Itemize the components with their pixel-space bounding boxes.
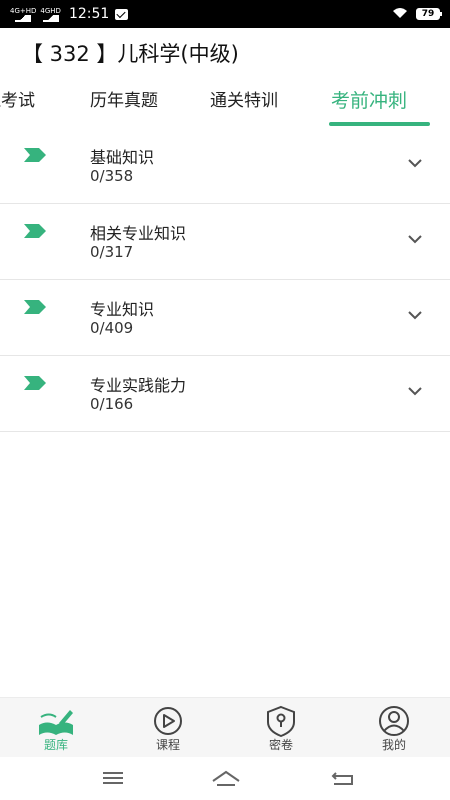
message-icon	[115, 8, 129, 20]
nav-label: 课程	[155, 738, 180, 752]
section-title: 基础知识	[90, 148, 155, 167]
flag-icon	[24, 376, 46, 390]
nav-question-bank[interactable]: 题库	[0, 698, 112, 758]
tab-past-papers[interactable]: 历年真题	[90, 80, 158, 128]
signal-label: 4G+HD	[10, 6, 37, 15]
page-title: 【 332 】儿科学(中级)	[22, 42, 239, 66]
nav-label: 题库	[43, 738, 68, 752]
play-circle-icon	[154, 707, 182, 735]
back-icon[interactable]	[330, 767, 356, 789]
list-item[interactable]: 基础知识 0/358	[0, 128, 450, 204]
list-item[interactable]: 专业知识 0/409	[0, 280, 450, 356]
chevron-down-icon[interactable]	[406, 232, 424, 246]
chevron-down-icon[interactable]	[406, 156, 424, 170]
signal-icon: 4GHD	[40, 7, 61, 22]
menu-icon[interactable]	[100, 767, 126, 789]
list-item[interactable]: 专业实践能力 0/166	[0, 356, 450, 432]
clock: 12:51	[68, 6, 110, 22]
signal-label: 4GHD	[40, 6, 61, 15]
section-title: 专业知识	[90, 300, 155, 319]
section-progress: 0/358	[90, 167, 134, 185]
chevron-down-icon[interactable]	[406, 308, 424, 322]
section-progress: 0/409	[90, 319, 134, 337]
tab-special-training[interactable]: 通关特训	[210, 80, 278, 128]
tab-mock-exam[interactable]: 拟考试	[0, 80, 35, 128]
flag-icon	[24, 300, 46, 314]
section-progress: 0/166	[90, 395, 134, 413]
wifi-icon	[392, 7, 408, 22]
status-bar: 4G+HD 4GHD 12:51 79	[0, 0, 450, 28]
keyhole-shield-icon	[267, 705, 295, 737]
nav-label: 密卷	[268, 738, 293, 752]
system-nav-bar	[0, 757, 450, 800]
nav-secret-papers[interactable]: 密卷	[225, 698, 337, 758]
section-title: 专业实践能力	[90, 376, 187, 395]
chevron-down-icon[interactable]	[406, 384, 424, 398]
active-tab-indicator	[329, 122, 430, 126]
section-list: 基础知识 0/358 相关专业知识 0/317 专业知识 0/409 专业实践能…	[0, 128, 450, 432]
list-item[interactable]: 相关专业知识 0/317	[0, 204, 450, 280]
nav-profile[interactable]: 我的	[338, 698, 450, 758]
signal-icon: 4G+HD	[10, 7, 36, 22]
flag-icon	[24, 224, 46, 238]
tab-bar: 拟考试 历年真题 通关特训 考前冲刺	[0, 80, 450, 128]
flag-icon	[24, 148, 46, 162]
tab-final-sprint[interactable]: 考前冲刺	[331, 80, 407, 128]
section-progress: 0/317	[90, 243, 134, 261]
nav-courses[interactable]: 课程	[112, 698, 224, 758]
nav-label: 我的	[381, 738, 406, 752]
home-icon[interactable]	[210, 767, 242, 789]
battery-icon: 79	[416, 8, 442, 20]
book-pen-icon	[39, 710, 73, 735]
user-circle-icon	[379, 706, 409, 736]
bottom-nav: 题库 课程 密卷 我的	[0, 697, 450, 757]
section-title: 相关专业知识	[90, 224, 187, 243]
